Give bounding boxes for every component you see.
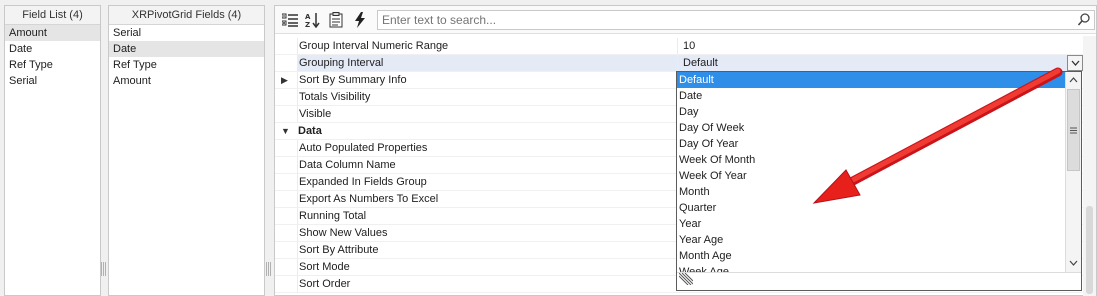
annotation-arrow bbox=[812, 67, 1063, 204]
